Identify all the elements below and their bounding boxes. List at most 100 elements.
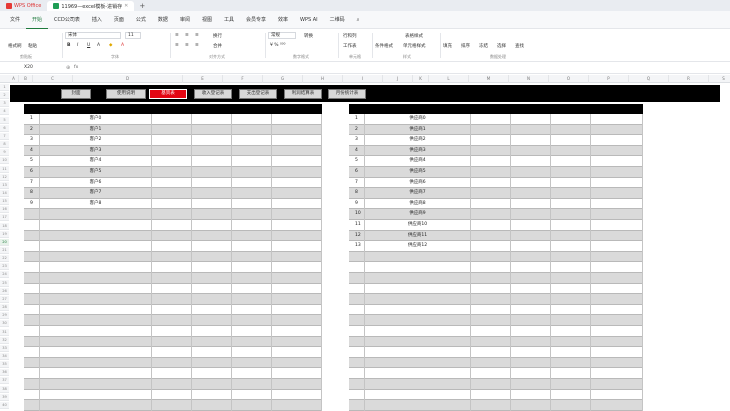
close-icon[interactable]: ✕ xyxy=(124,3,128,9)
empty-cell[interactable] xyxy=(40,304,152,316)
worksheet-button[interactable]: 工作表 xyxy=(343,43,357,49)
empty-cell[interactable] xyxy=(349,251,365,263)
empty-cell[interactable] xyxy=(232,283,272,295)
empty-cell[interactable] xyxy=(551,389,591,401)
empty-cell[interactable] xyxy=(24,283,40,295)
empty-cell[interactable] xyxy=(24,336,40,348)
empty-cell[interactable] xyxy=(591,368,643,379)
empty-cell[interactable] xyxy=(349,400,365,411)
align-middle-icon[interactable]: ≡ xyxy=(185,33,189,38)
row-header[interactable]: 27 xyxy=(0,295,9,303)
empty-cell[interactable] xyxy=(471,262,511,273)
empty-cell[interactable] xyxy=(152,347,192,358)
empty-cell[interactable] xyxy=(551,114,591,125)
empty-cell[interactable] xyxy=(40,230,152,242)
merge-button[interactable]: 合并 xyxy=(213,43,222,49)
row-header[interactable]: 25 xyxy=(0,279,9,287)
empty-cell[interactable] xyxy=(152,294,192,305)
empty-cell[interactable] xyxy=(232,177,272,189)
row-header[interactable]: 31 xyxy=(0,328,9,336)
empty-cell[interactable] xyxy=(192,124,232,136)
empty-cell[interactable] xyxy=(591,357,643,369)
empty-cell[interactable] xyxy=(152,188,192,199)
empty-cell[interactable] xyxy=(40,357,152,369)
fill-color-icon[interactable]: ◆ xyxy=(109,43,112,48)
nav-button[interactable]: 封面 xyxy=(61,89,91,99)
align-center-icon[interactable]: ≡ xyxy=(185,43,189,48)
empty-cell[interactable] xyxy=(551,135,591,146)
empty-cell[interactable] xyxy=(551,368,591,379)
empty-cell[interactable] xyxy=(471,273,511,284)
empty-cell[interactable] xyxy=(349,347,365,358)
nav-button[interactable]: 基资表 xyxy=(149,89,187,99)
empty-cell[interactable] xyxy=(551,209,591,220)
fill-button[interactable]: 填充 xyxy=(443,43,452,49)
empty-cell[interactable] xyxy=(192,336,232,348)
empty-cell[interactable] xyxy=(232,167,272,178)
nav-button[interactable]: 利润结算表 xyxy=(284,89,322,99)
menu-item[interactable]: CCD公司表 xyxy=(48,11,86,29)
empty-cell[interactable] xyxy=(40,368,152,379)
empty-cell[interactable] xyxy=(365,251,471,263)
row-header[interactable]: 7 xyxy=(0,132,9,140)
empty-cell[interactable] xyxy=(152,315,192,326)
row-header[interactable]: 17 xyxy=(0,214,9,222)
empty-cell[interactable] xyxy=(152,357,192,369)
freeze-button[interactable]: 冻结 xyxy=(479,43,488,49)
empty-cell[interactable] xyxy=(365,273,471,284)
empty-cell[interactable] xyxy=(591,220,643,231)
row-header[interactable]: 40 xyxy=(0,401,9,409)
empty-cell[interactable] xyxy=(365,336,471,348)
empty-cell[interactable] xyxy=(349,294,365,305)
menu-item[interactable]: 视图 xyxy=(196,11,218,29)
empty-cell[interactable] xyxy=(152,177,192,189)
empty-cell[interactable] xyxy=(471,389,511,401)
bold-icon[interactable]: B xyxy=(67,43,70,48)
empty-cell[interactable] xyxy=(471,315,511,326)
empty-cell[interactable] xyxy=(591,167,643,178)
empty-cell[interactable] xyxy=(152,273,192,284)
empty-cell[interactable] xyxy=(349,389,365,401)
empty-cell[interactable] xyxy=(511,273,551,284)
empty-cell[interactable] xyxy=(40,326,152,337)
empty-cell[interactable] xyxy=(551,167,591,178)
row-header[interactable]: 2 xyxy=(0,92,9,100)
row-header[interactable]: 6 xyxy=(0,124,9,132)
empty-cell[interactable] xyxy=(232,198,272,210)
empty-cell[interactable] xyxy=(232,389,272,401)
empty-cell[interactable] xyxy=(591,135,643,146)
empty-cell[interactable] xyxy=(192,188,232,199)
wrap-button[interactable]: 换行 xyxy=(213,33,222,39)
empty-cell[interactable] xyxy=(365,326,471,337)
empty-cell[interactable] xyxy=(152,145,192,157)
empty-cell[interactable] xyxy=(232,336,272,348)
empty-cell[interactable] xyxy=(192,114,232,125)
empty-cell[interactable] xyxy=(349,315,365,326)
empty-cell[interactable] xyxy=(551,336,591,348)
row-header[interactable]: 16 xyxy=(0,206,9,214)
empty-cell[interactable] xyxy=(511,230,551,242)
empty-cell[interactable] xyxy=(365,357,471,369)
empty-cell[interactable] xyxy=(192,145,232,157)
empty-cell[interactable] xyxy=(232,188,272,199)
empty-cell[interactable] xyxy=(24,389,40,401)
empty-cell[interactable] xyxy=(591,114,643,125)
empty-cell[interactable] xyxy=(591,145,643,157)
empty-cell[interactable] xyxy=(272,389,322,401)
empty-cell[interactable] xyxy=(192,198,232,210)
font-name-select[interactable]: 宋体 xyxy=(65,32,121,39)
empty-cell[interactable] xyxy=(232,209,272,220)
empty-cell[interactable] xyxy=(232,294,272,305)
empty-cell[interactable] xyxy=(511,156,551,167)
nav-button[interactable]: 收入登记表 xyxy=(194,89,232,99)
empty-cell[interactable] xyxy=(551,294,591,305)
empty-cell[interactable] xyxy=(591,336,643,348)
empty-cell[interactable] xyxy=(511,167,551,178)
menu-item[interactable]: 工具 xyxy=(218,11,240,29)
empty-cell[interactable] xyxy=(272,315,322,326)
empty-cell[interactable] xyxy=(471,368,511,379)
empty-cell[interactable] xyxy=(40,400,152,411)
row-header[interactable]: 24 xyxy=(0,271,9,279)
column-header[interactable]: C xyxy=(33,75,73,83)
column-header[interactable]: A xyxy=(9,75,19,83)
